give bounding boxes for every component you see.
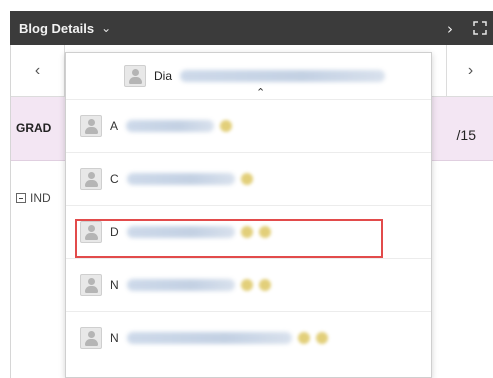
next-button[interactable]: ›	[446, 45, 493, 97]
grade-label: GRAD	[16, 121, 52, 135]
list-item[interactable]: N	[66, 258, 431, 311]
blog-details-header: Blog Details ⌄ ›	[10, 11, 493, 45]
blurred-name	[126, 120, 215, 132]
list-item[interactable]: D	[66, 205, 431, 258]
student-list: A C D N N	[66, 99, 431, 364]
selected-student[interactable]: Dia	[66, 53, 431, 99]
blurred-name	[126, 279, 235, 291]
page: Blog Details ⌄ › ‹ › GRAD /15 IND Dia ⌃	[0, 0, 493, 378]
student-initial: A	[110, 119, 119, 133]
index-row[interactable]: IND	[16, 191, 51, 205]
student-initial: C	[110, 172, 119, 186]
index-label: IND	[30, 191, 51, 205]
student-dropdown[interactable]: Dia ⌃ A C D N N	[65, 52, 432, 378]
status-dot-icon	[297, 332, 310, 344]
blurred-name	[126, 332, 292, 344]
blog-details-title[interactable]: Blog Details	[10, 21, 94, 36]
student-initial: N	[110, 278, 119, 292]
list-item[interactable]: A	[66, 99, 431, 152]
status-dot-icon	[240, 279, 253, 291]
status-dot-icon	[258, 226, 271, 238]
list-item[interactable]: C	[66, 152, 431, 205]
top-strip	[0, 0, 493, 11]
status-dot-icon	[315, 332, 328, 344]
student-initial: D	[110, 225, 119, 239]
avatar-icon	[80, 115, 102, 137]
blurred-name	[126, 226, 235, 238]
chevron-down-icon[interactable]: ⌄	[101, 21, 111, 35]
collapse-icon[interactable]	[16, 193, 26, 203]
avatar-icon	[80, 274, 102, 296]
next-arrow-icon[interactable]: ›	[447, 20, 453, 38]
status-dot-icon	[258, 279, 271, 291]
student-initial: N	[110, 331, 119, 345]
previous-button[interactable]: ‹	[11, 45, 65, 97]
status-dot-icon	[220, 120, 233, 132]
avatar-icon	[80, 221, 102, 243]
expand-icon[interactable]	[473, 21, 487, 35]
avatar-icon	[124, 65, 146, 87]
chevron-up-icon[interactable]: ⌃	[256, 86, 265, 99]
list-item[interactable]: N	[66, 311, 431, 364]
grade-score: /15	[456, 127, 476, 143]
status-dot-icon	[240, 226, 253, 238]
blurred-name	[180, 70, 386, 82]
selected-student-name: Dia	[154, 69, 173, 83]
blurred-name	[126, 173, 235, 185]
status-dot-icon	[240, 173, 253, 185]
avatar-icon	[80, 327, 102, 349]
avatar-icon	[80, 168, 102, 190]
